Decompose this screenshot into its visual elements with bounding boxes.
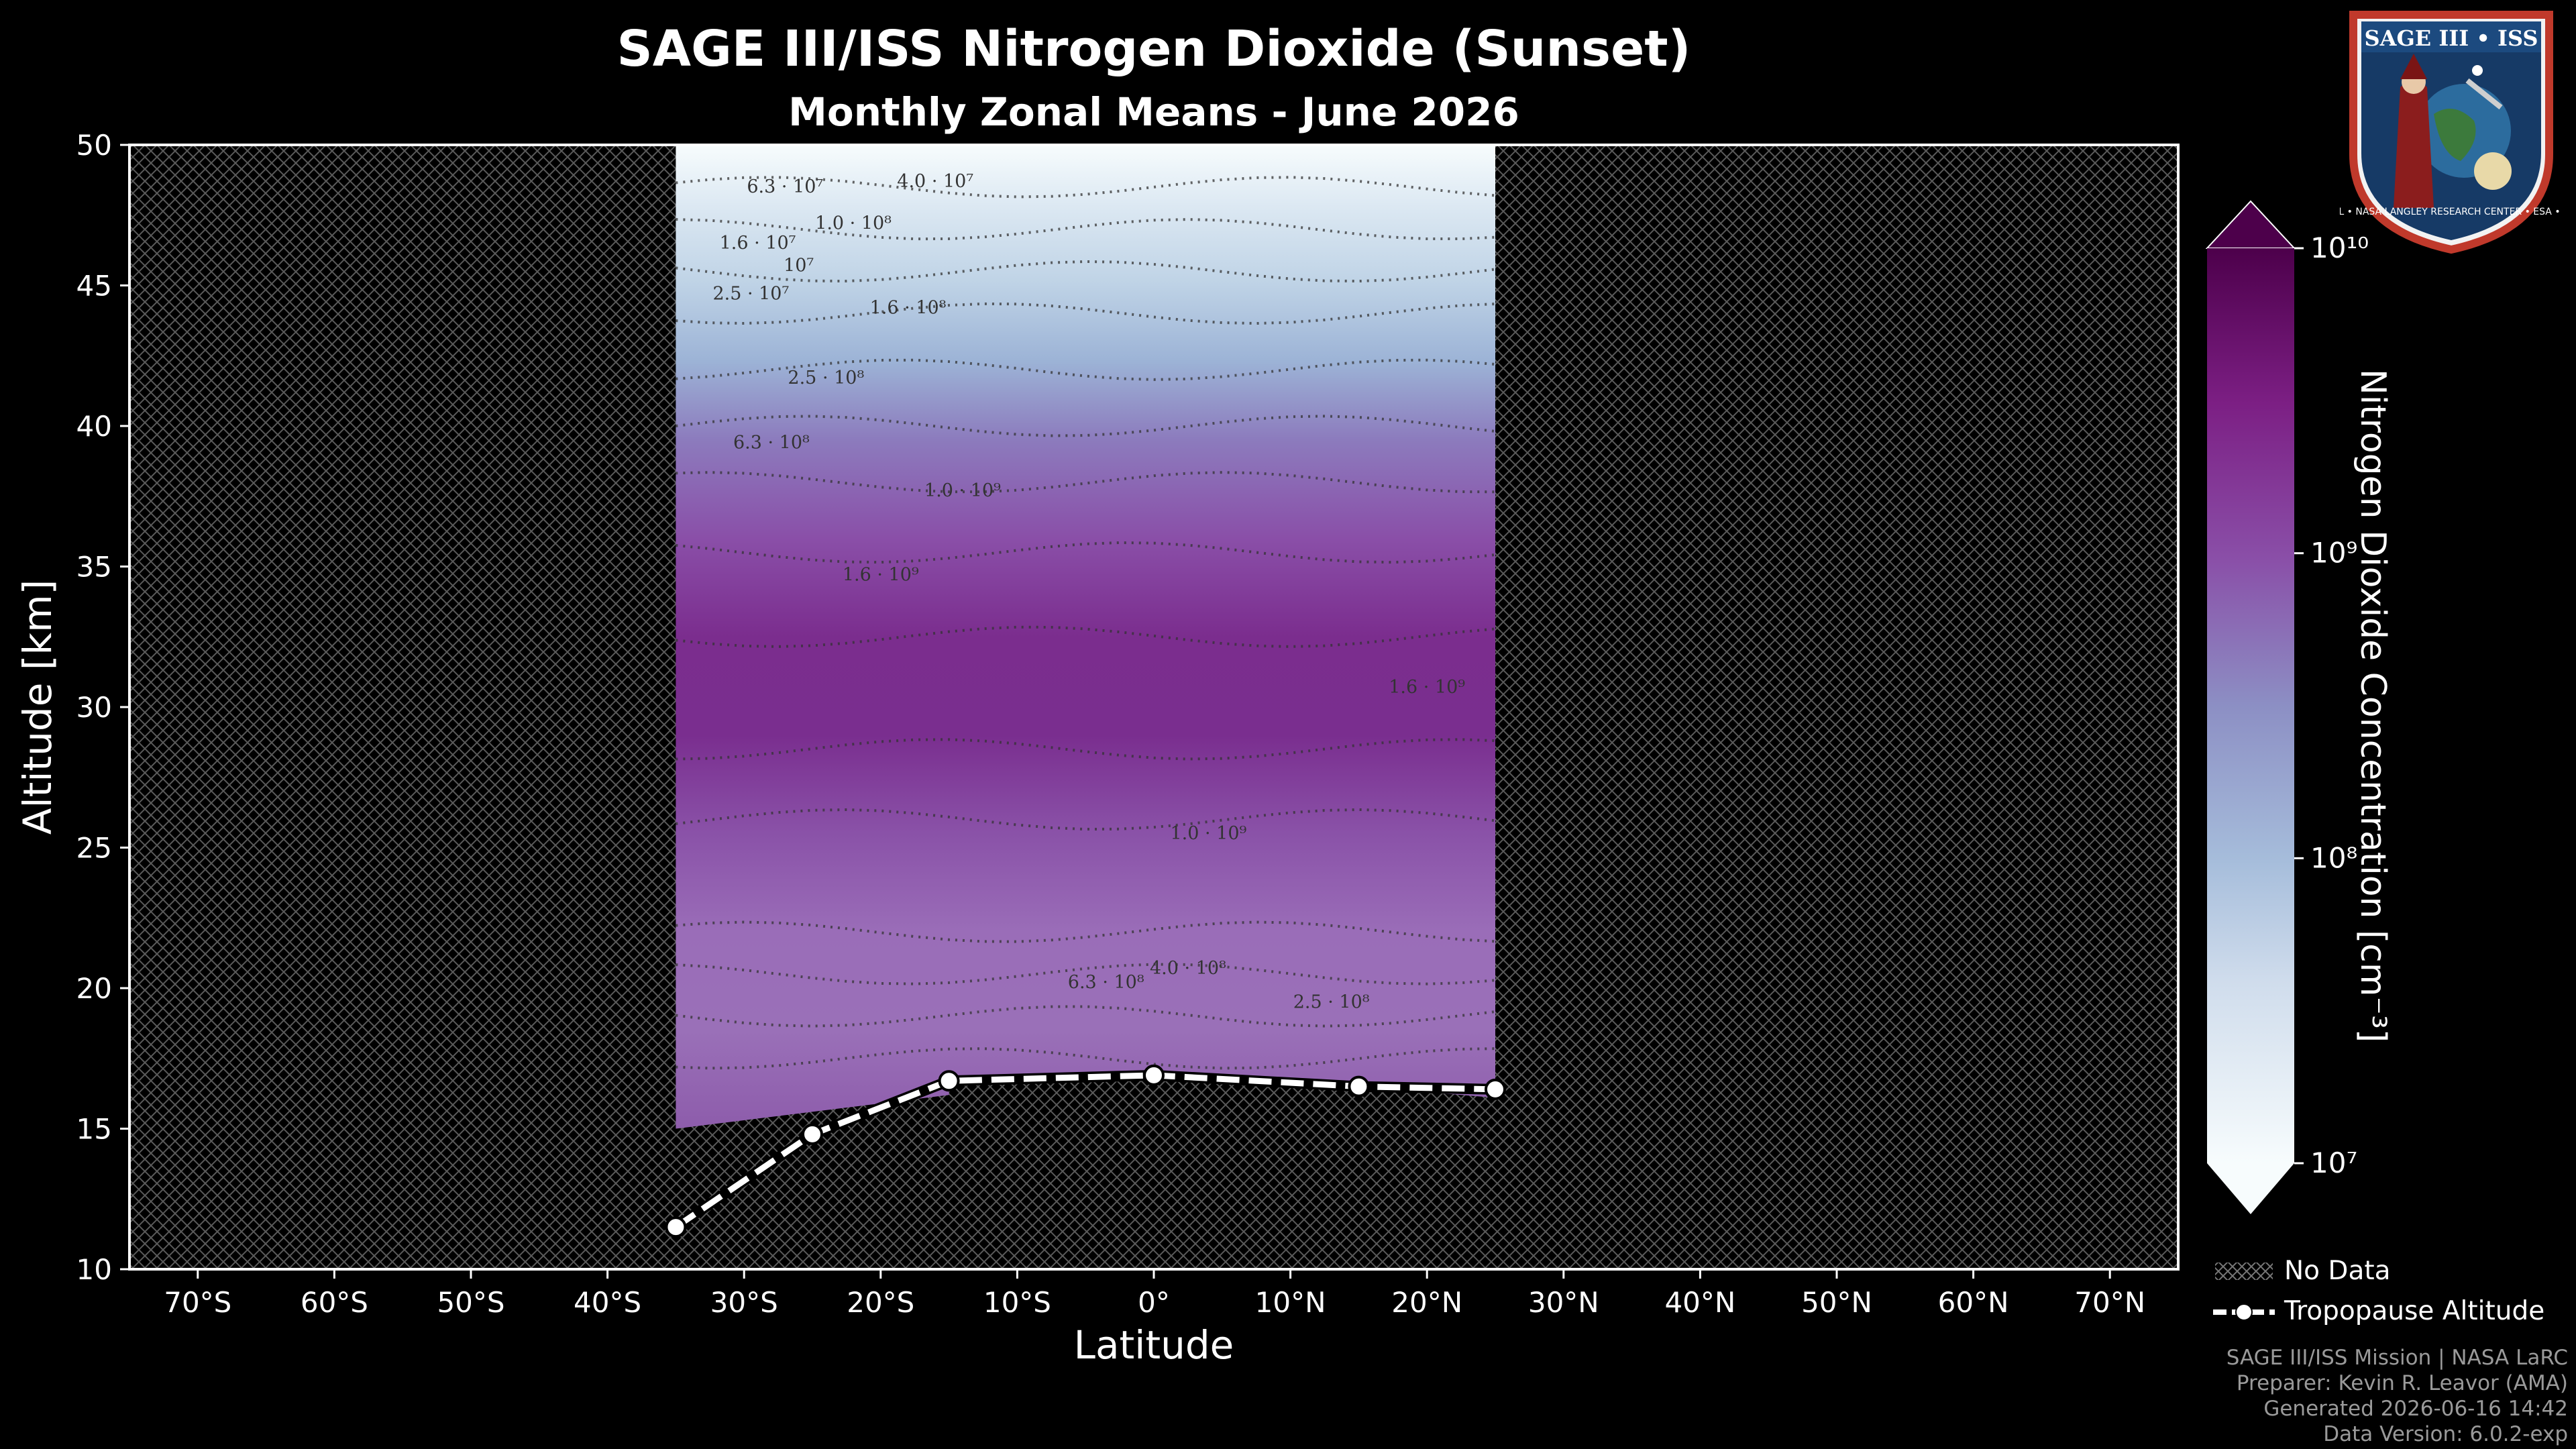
x-tick-label: 0° [1138, 1286, 1170, 1319]
tropopause-point [1348, 1075, 1370, 1097]
x-tick-label: 20°N [1391, 1286, 1462, 1319]
contour-label: 1.6 · 10⁹ [1389, 677, 1465, 698]
y-tick-label: 45 [76, 270, 112, 303]
x-tick-label: 20°S [847, 1286, 914, 1319]
colorbar-tick-label: 10⁸ [2310, 841, 2357, 874]
contour-label: 2.5 · 10⁸ [1293, 991, 1370, 1012]
y-tick-label: 30 [76, 691, 112, 724]
credits-block: SAGE III/ISS Mission | NASA LaRC Prepare… [2226, 1345, 2568, 1447]
tropopause-point [938, 1070, 960, 1092]
colorbar-extend-low [2207, 1163, 2294, 1214]
colorbar-tick-label: 10⁹ [2310, 537, 2357, 570]
contour-label: 1.6 · 10⁸ [870, 297, 947, 318]
contour-label: 6.3 · 10⁸ [733, 433, 810, 453]
contour-label: 1.0 · 10⁸ [815, 213, 892, 234]
y-tick-label: 15 [76, 1113, 112, 1146]
credit-mission: SAGE III/ISS Mission | NASA LaRC [2226, 1346, 2568, 1370]
y-tick-label: 50 [76, 129, 112, 162]
logo-ring-text: BALL • NASA LANGLEY RESEARCH CENTER • ES… [2340, 207, 2563, 217]
x-tick-label: 40°N [1664, 1286, 1735, 1319]
credit-preparer: Preparer: Kevin R. Leavor (AMA) [2236, 1371, 2568, 1395]
colorbar: 10⁷10⁸10⁹10¹⁰ Nitrogen Dioxide Concentra… [2205, 200, 2393, 1214]
credit-generated: Generated 2026-06-16 14:42 [2263, 1397, 2568, 1421]
x-tick-label: 50°N [1801, 1286, 1872, 1319]
y-tick-label: 25 [76, 832, 112, 865]
credit-version: Data Version: 6.0.2-exp [2323, 1422, 2568, 1446]
contour-label: 2.5 · 10⁸ [788, 368, 864, 388]
y-axis-label: Altitude [km] [15, 580, 60, 835]
contour-label: 1.6 · 10⁹ [843, 564, 919, 585]
x-axis-ticks: 70°S 60°S 50°S 40°S 30°S 20°S 10°S 0° 10°N 20°N 30… [164, 1269, 2145, 1319]
legend-label: Tropopause Altitude [2284, 1296, 2545, 1326]
contour-label: 4.0 · 10⁸ [1150, 958, 1226, 979]
y-tick-label: 10 [76, 1253, 112, 1286]
hatch-swatch-icon [2215, 1263, 2273, 1280]
contour-label: 1.0 · 10⁹ [924, 480, 1001, 501]
x-tick-label: 30°N [1528, 1286, 1599, 1319]
x-tick-label: 30°S [710, 1286, 778, 1319]
x-tick-label: 40°S [574, 1286, 641, 1319]
tropopause-point [802, 1123, 823, 1145]
x-tick-label: 60°S [301, 1286, 368, 1319]
legend-label: No Data [2284, 1256, 2391, 1286]
colorbar-bar [2207, 248, 2294, 1163]
x-tick-label: 50°S [437, 1286, 504, 1319]
chart-canvas: 1.6 · 10⁷ 2.5 · 10⁷ 4.0 · 10⁷ 6.3 · 10⁷ 10⁷ 1… [15, 129, 2393, 1368]
x-axis-label: Latitude [1074, 1322, 1234, 1368]
contour-label: 6.3 · 10⁸ [1068, 972, 1144, 993]
tropopause-point [1143, 1064, 1165, 1086]
colorbar-tick-label: 10⁷ [2310, 1146, 2357, 1179]
colorbar-label: Nitrogen Dioxide Concentration [cm⁻³] [2353, 369, 2393, 1042]
x-tick-label: 70°N [2074, 1286, 2145, 1319]
logo-text: SAGE III • ISS [2365, 25, 2538, 51]
sage-iii-iss-logo: SAGE III • ISS BALL • NASA LANGLEY RESEA… [2320, 7, 2576, 256]
contour-label: 2.5 · 10⁷ [712, 283, 789, 304]
x-tick-label: 60°N [1938, 1286, 2009, 1319]
x-tick-label: 10°S [983, 1286, 1051, 1319]
dashed-line-marker-icon [2213, 1303, 2275, 1321]
contour-label: 6.3 · 10⁷ [747, 176, 823, 197]
contour-label: 1.6 · 10⁷ [720, 233, 796, 254]
contour-label: 4.0 · 10⁷ [897, 171, 973, 192]
x-tick-label: 70°S [164, 1286, 231, 1319]
x-tick-label: 10°N [1255, 1286, 1326, 1319]
y-tick-label: 20 [76, 972, 112, 1005]
y-tick-label: 35 [76, 551, 112, 584]
tropopause-point [665, 1216, 687, 1238]
tropopause-point [1485, 1078, 1506, 1100]
colorbar-extend-high [2205, 200, 2296, 249]
contour-label: 10⁷ [784, 256, 814, 276]
y-tick-label: 40 [76, 410, 112, 443]
contour-label: 1.0 · 10⁹ [1171, 823, 1247, 844]
y-axis-ticks: 10 15 20 25 30 35 40 45 50 [76, 129, 129, 1286]
